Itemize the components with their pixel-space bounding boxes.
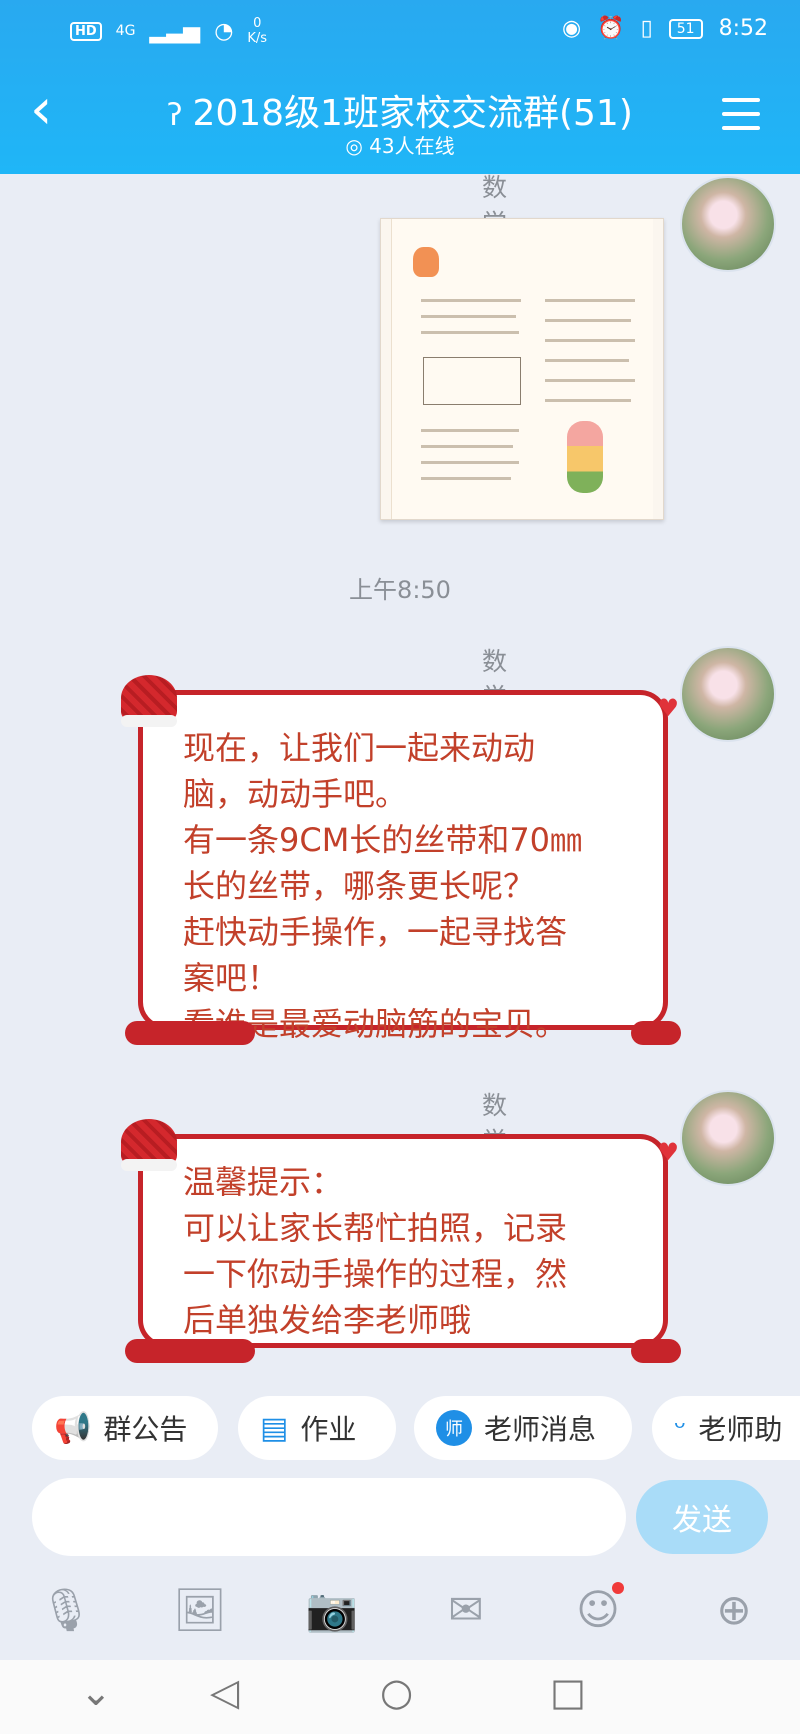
header: HD 4G ▂▃▅ ◔ 0 K/s ◉ ⏰ ▯ 51 8:52 ‹ ʔ 2018级… (0, 0, 800, 174)
megaphone-icon: 📢 (54, 1410, 92, 1446)
heart-icon: ♥ (657, 694, 679, 722)
heart-icon: ♥ (657, 1138, 679, 1166)
alarm-icon: ⏰ (597, 16, 625, 41)
group-title: ʔ 2018级1班家校交流群(51) (167, 93, 633, 134)
input-toolbar: 🎙 🖼 📷 ✉ ☺ ⊕ (0, 1580, 800, 1650)
system-nav-bar: ⌄ ◁ ○ □ (0, 1660, 800, 1734)
wifi-icon: ◔ (214, 18, 234, 44)
ear-icon[interactable]: ʔ (167, 98, 182, 133)
microphone-icon[interactable]: 🎙 (36, 1580, 96, 1640)
image-icon[interactable]: 🖼 (170, 1580, 230, 1640)
message-input[interactable] (32, 1478, 626, 1556)
signal-icon: ▂▃▅ (149, 18, 201, 44)
quick-actions-bar: 📢 群公告 ▤ 作业 师 老师消息 ᵕ 老师助 (0, 1396, 800, 1466)
timestamp: 上午8:50 (349, 576, 451, 604)
teacher-messages-chip[interactable]: 师 老师消息 (414, 1396, 632, 1460)
group-notice-chip[interactable]: 📢 群公告 (32, 1396, 218, 1460)
message-text: 温馨提示： 可以让家长帮忙拍照，记录 一下你动手操作的过程，然 后单独发给李老师… (183, 1163, 568, 1339)
avatar[interactable] (680, 1090, 776, 1186)
cartoon-cat-illustration (413, 247, 439, 277)
cartoon-girl-illustration (567, 421, 603, 493)
ribbon-decoration (631, 1021, 681, 1045)
vibrate-icon: ▯ (640, 16, 653, 41)
message-bubble[interactable]: ♥ 温馨提示： 可以让家长帮忙拍照，记录 一下你动手操作的过程，然 后单独发给李… (121, 1119, 681, 1363)
document-icon: ▤ (260, 1410, 289, 1446)
red-packet-icon[interactable]: ✉ (436, 1580, 496, 1640)
clock: 8:52 (718, 16, 768, 41)
message-text: 现在，让我们一起来动动 脑，动动手吧。 有一条9CM长的丝带和70㎜ 长的丝带，… (183, 729, 583, 1043)
avatar[interactable] (680, 646, 776, 742)
santa-hat-icon (121, 1119, 177, 1171)
teacher-icon: 师 (436, 1410, 472, 1446)
nav-back-icon[interactable]: ◁ (210, 1670, 239, 1714)
teacher-assistant-chip[interactable]: ᵕ 老师助 (652, 1396, 800, 1460)
ribbon-decoration (631, 1339, 681, 1363)
assistant-icon: ᵕ (674, 1410, 687, 1446)
network-speed: 0 K/s (247, 16, 268, 46)
emoji-icon[interactable]: ☺ (568, 1580, 628, 1640)
message-bubble[interactable]: ♥ 现在，让我们一起来动动 脑，动动手吧。 有一条9CM长的丝带和70㎜ 长的丝… (121, 675, 681, 1045)
homework-chip[interactable]: ▤ 作业 (238, 1396, 396, 1460)
textbook-image[interactable] (380, 218, 664, 520)
hamburger-menu-icon[interactable] (722, 98, 760, 140)
status-bar: HD 4G ▂▃▅ ◔ 0 K/s ◉ ⏰ ▯ 51 8:52 (0, 0, 800, 62)
santa-hat-icon (121, 675, 177, 727)
network-label: 4G (115, 23, 136, 39)
online-icon: ◎ (345, 134, 363, 158)
hd-indicator: HD (70, 21, 102, 41)
ribbon-decoration (125, 1339, 255, 1363)
ribbon-decoration (125, 1021, 255, 1045)
avatar[interactable] (680, 176, 776, 272)
table-illustration (423, 357, 521, 405)
nav-home-icon[interactable]: ○ (380, 1670, 413, 1714)
plus-icon[interactable]: ⊕ (704, 1580, 764, 1640)
send-button[interactable]: 发送 (636, 1480, 768, 1554)
eye-icon: ◉ (562, 16, 582, 41)
notification-dot (612, 1582, 624, 1594)
online-count: ◎ 43人在线 (345, 134, 455, 158)
nav-recents-icon[interactable]: □ (550, 1670, 586, 1714)
camera-icon[interactable]: 📷 (302, 1580, 362, 1640)
collapse-icon[interactable]: ⌄ (80, 1670, 112, 1714)
battery-indicator: 51 (668, 18, 703, 39)
